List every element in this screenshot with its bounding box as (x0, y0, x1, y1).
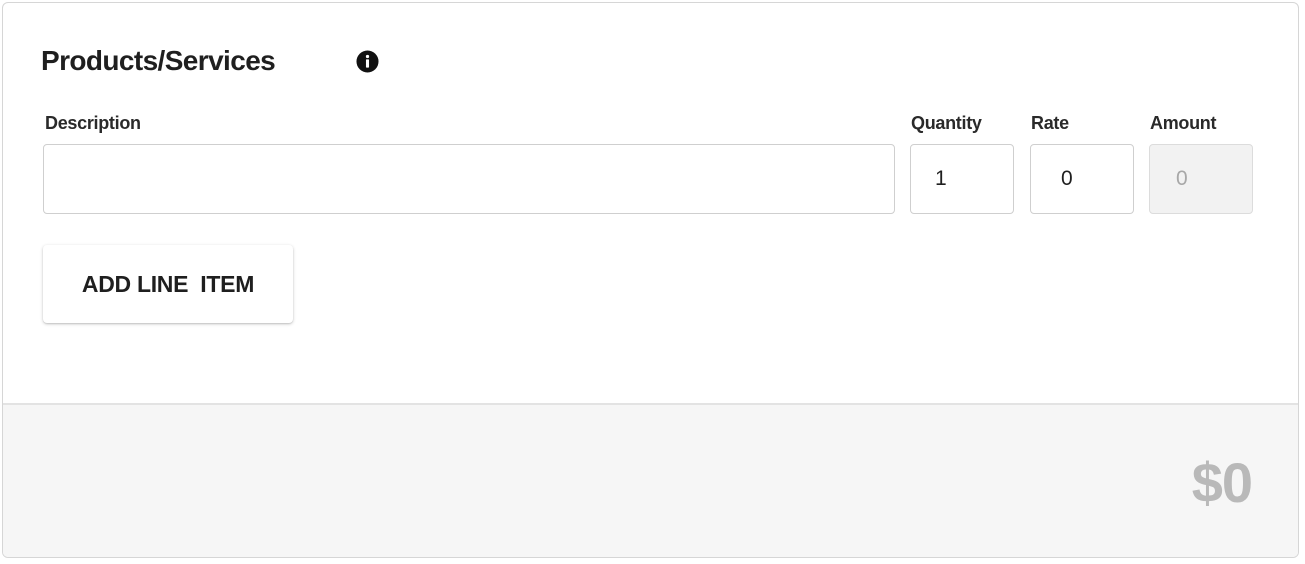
card-body: Products/Services Description Quantity R… (3, 3, 1298, 406)
section-title: Products/Services (41, 45, 276, 76)
totals-footer: $0 (3, 403, 1298, 557)
amount-label: Amount (1150, 113, 1217, 133)
total-amount: $0 (1191, 451, 1253, 514)
add-line-item-button[interactable]: ADD LINE ITEM (43, 245, 293, 323)
info-icon[interactable] (356, 50, 379, 73)
rate-label: Rate (1031, 113, 1069, 133)
quantity-input[interactable] (910, 144, 1014, 214)
products-services-card: Products/Services Description Quantity R… (2, 2, 1299, 558)
description-input[interactable] (43, 144, 895, 214)
rate-input[interactable] (1030, 144, 1134, 214)
quantity-label: Quantity (911, 113, 982, 133)
description-label: Description (45, 113, 141, 133)
amount-field (1149, 144, 1253, 214)
